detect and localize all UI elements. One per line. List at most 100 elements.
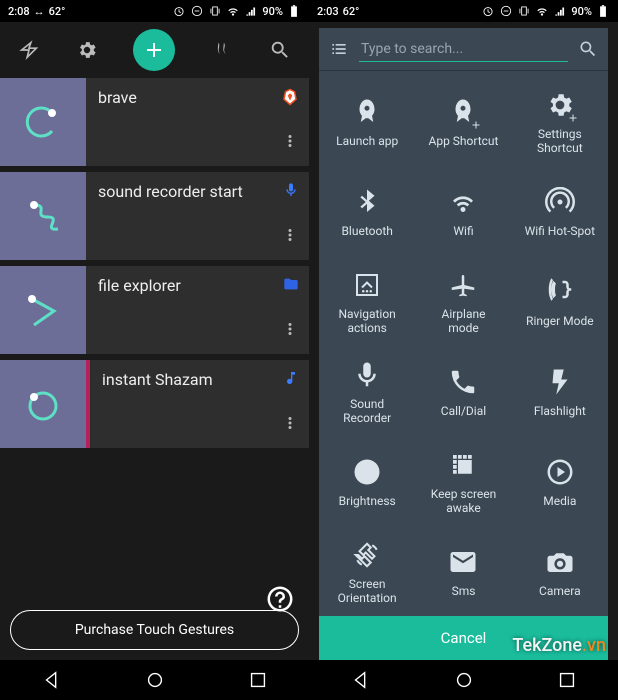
rocket-icon (350, 95, 384, 129)
status-time: 2:08 (8, 5, 30, 18)
gesture-row[interactable]: sound recorder start (0, 172, 309, 260)
action-label: Flashlight (534, 405, 586, 419)
gesture-row[interactable]: instant Shazam (0, 360, 309, 448)
gesture-list: brave sound recorder start (0, 78, 309, 700)
bolt-icon[interactable] (18, 39, 40, 61)
alarm-icon (481, 4, 495, 18)
list-icon[interactable] (329, 39, 349, 59)
action-label: Sound Recorder (343, 398, 391, 426)
action-nav-actions[interactable]: Navigation actions (319, 257, 415, 347)
action-mic[interactable]: Sound Recorder (319, 347, 415, 437)
action-flash[interactable]: Flashlight (512, 347, 608, 437)
action-label: Camera (539, 585, 581, 599)
app-toolbar (0, 22, 309, 78)
camera-icon (543, 545, 577, 579)
action-label: Media (543, 495, 576, 509)
folder-icon (283, 276, 299, 296)
nav-home-button[interactable] (144, 669, 166, 691)
status-bar: 2:03 62° 90% (309, 0, 618, 22)
gesture-title: file explorer (86, 266, 193, 354)
status-battery: 90% (571, 5, 592, 18)
action-label: Wifi Hot-Spot (525, 225, 595, 239)
orientation-icon (350, 538, 384, 572)
nav-back-button[interactable] (41, 669, 63, 691)
action-label: Call/Dial (441, 405, 486, 419)
settings-icon[interactable] (76, 39, 98, 61)
action-picker-sheet: Type to search... Launch appApp Shortcut… (319, 28, 608, 660)
nav-bar (309, 660, 618, 700)
gesture-thumb (0, 172, 86, 260)
action-keep-awake[interactable]: Keep screen awake (415, 437, 511, 527)
status-time: 2:03 (317, 5, 339, 18)
gear-plus-icon (543, 88, 577, 122)
action-label: Navigation actions (339, 308, 396, 336)
purchase-button[interactable]: Purchase Touch Gestures (10, 610, 299, 650)
left-phone: 2:08 ↔ 62° 90% brave (0, 0, 309, 700)
search-input[interactable]: Type to search... (359, 37, 568, 62)
row-menu-button[interactable] (281, 226, 299, 248)
signal-icon (244, 4, 258, 18)
action-label: Ringer Mode (526, 315, 594, 329)
alarm-icon (172, 4, 186, 18)
action-label: Wifi (453, 225, 473, 239)
action-label: Screen Orientation (338, 578, 397, 606)
row-menu-button[interactable] (281, 320, 299, 342)
wifi-icon (446, 185, 480, 219)
search-icon[interactable] (578, 39, 598, 59)
action-bluetooth[interactable]: Bluetooth (319, 167, 415, 257)
help-button[interactable] (265, 584, 295, 614)
search-row: Type to search... (319, 28, 608, 71)
action-label: Keep screen awake (431, 488, 497, 516)
nav-back-button[interactable] (350, 669, 372, 691)
action-gear-plus[interactable]: Settings Shortcut (512, 77, 608, 167)
bluetooth-icon (350, 185, 384, 219)
ringer-icon (543, 275, 577, 309)
action-ringer[interactable]: Ringer Mode (512, 257, 608, 347)
phone-icon (446, 365, 480, 399)
nav-actions-icon (350, 268, 384, 302)
action-brightness[interactable]: Brightness (319, 437, 415, 527)
action-sms[interactable]: Sms (415, 527, 511, 616)
battery-icon (596, 4, 610, 18)
add-gesture-button[interactable] (133, 29, 175, 71)
gesture-title: brave (86, 78, 149, 166)
action-play[interactable]: Media (512, 437, 608, 527)
dnd-icon (499, 4, 513, 18)
search-icon[interactable] (269, 39, 291, 61)
gesture-thumb (0, 360, 86, 448)
action-airplane[interactable]: Airplane mode (415, 257, 511, 347)
watermark: TekZone.vn (512, 635, 606, 656)
brave-badge-icon (281, 88, 299, 110)
nav-recent-button[interactable] (247, 669, 269, 691)
nav-recent-button[interactable] (556, 669, 578, 691)
action-wifi[interactable]: Wifi (415, 167, 511, 257)
row-menu-button[interactable] (281, 132, 299, 154)
action-label: Airplane mode (441, 308, 485, 336)
action-orientation[interactable]: Screen Orientation (319, 527, 415, 616)
rocket-plus-icon (446, 95, 480, 129)
signal-icon (553, 4, 567, 18)
gesture-row[interactable]: file explorer (0, 266, 309, 354)
wifi-icon (535, 4, 549, 18)
music-icon (283, 370, 299, 390)
mic-icon (283, 182, 299, 202)
nav-home-button[interactable] (453, 669, 475, 691)
nav-bar (0, 660, 309, 700)
action-rocket[interactable]: Launch app (319, 77, 415, 167)
row-menu-button[interactable] (281, 414, 299, 436)
hotspot-icon (543, 185, 577, 219)
effects-icon[interactable] (211, 39, 233, 61)
gesture-title: sound recorder start (86, 172, 255, 260)
status-battery: 90% (262, 5, 283, 18)
vibrate-icon (517, 4, 531, 18)
brightness-icon (350, 455, 384, 489)
airplane-icon (446, 268, 480, 302)
action-rocket-plus[interactable]: App Shortcut (415, 77, 511, 167)
action-camera[interactable]: Camera (512, 527, 608, 616)
action-phone[interactable]: Call/Dial (415, 347, 511, 437)
mic-icon (350, 358, 384, 392)
gesture-row[interactable]: brave (0, 78, 309, 166)
wifi-icon (226, 4, 240, 18)
gesture-thumb (0, 78, 86, 166)
action-hotspot[interactable]: Wifi Hot-Spot (512, 167, 608, 257)
